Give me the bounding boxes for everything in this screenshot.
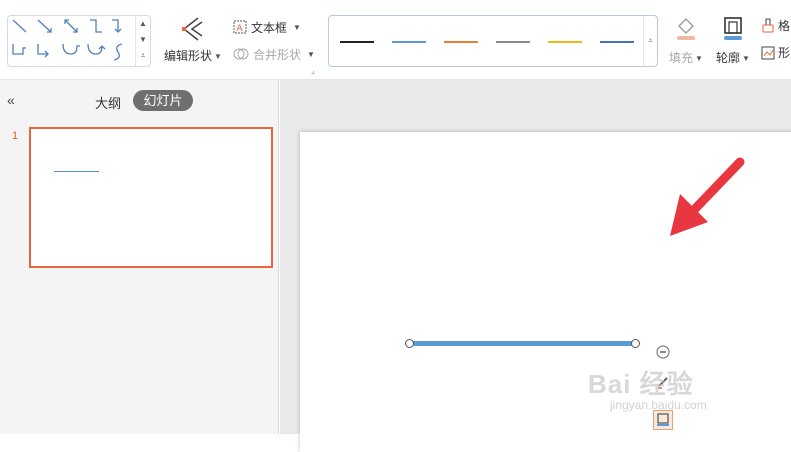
line-style-option-5[interactable] bbox=[548, 41, 582, 43]
line-style-option-3[interactable] bbox=[444, 41, 478, 43]
merge-shapes-label: 合并形状 bbox=[253, 47, 302, 62]
line-shape-gallery[interactable]: ▲ ▼ ⩡ bbox=[7, 15, 151, 67]
dropdown-caret-icon: ▼ bbox=[742, 54, 750, 64]
selected-line-shape[interactable] bbox=[410, 341, 636, 346]
shape-effect-icon bbox=[761, 46, 775, 59]
shape-effect-button[interactable]: 形 bbox=[761, 44, 790, 61]
line-style-gallery[interactable]: ⩡ bbox=[328, 15, 658, 67]
collapse-toolbar-button[interactable] bbox=[653, 342, 673, 362]
dropdown-caret-icon: ▼ bbox=[293, 22, 301, 32]
merge-shapes-icon bbox=[233, 48, 249, 60]
outline-label: 轮廓 bbox=[716, 51, 741, 65]
merge-shapes-button[interactable]: 合并形状 ▼ bbox=[233, 44, 315, 64]
dialog-launcher-icon[interactable]: ⌟ bbox=[311, 66, 315, 75]
edit-shape-icon bbox=[182, 17, 203, 41]
paint-bucket-icon bbox=[677, 18, 695, 40]
gallery-scrollbar[interactable]: ▲ ▼ ⩡ bbox=[135, 16, 150, 66]
scroll-down-icon[interactable]: ▼ bbox=[136, 32, 150, 48]
svg-text:A: A bbox=[237, 24, 244, 34]
style-gallery-expand-icon[interactable]: ⩡ bbox=[643, 16, 657, 66]
edit-shape-label: 编辑形状 bbox=[164, 49, 213, 63]
ribbon-toolbar: ▲ ▼ ⩡ 编辑形状 ▼ A 文本框 ▼ 合并形状 ▼ ⌟ ⩡ 填充 ▼ 轮廓 … bbox=[0, 0, 791, 80]
gallery-expand-icon[interactable]: ⩡ bbox=[136, 48, 150, 64]
scroll-up-icon[interactable]: ▲ bbox=[136, 16, 150, 32]
line-style-option-4[interactable] bbox=[496, 41, 530, 43]
brush-icon bbox=[762, 18, 774, 32]
floating-shape-toolbar bbox=[650, 340, 676, 434]
shape-outline-icon bbox=[724, 17, 742, 40]
textbox-button[interactable]: A 文本框 ▼ bbox=[233, 17, 301, 37]
collapse-panel-icon[interactable]: « bbox=[7, 92, 15, 108]
line-style-option-1[interactable] bbox=[340, 41, 374, 43]
pen-icon bbox=[658, 377, 668, 389]
dropdown-caret-icon: ▼ bbox=[214, 52, 222, 62]
slide-number: 1 bbox=[12, 130, 19, 142]
line-end-handle[interactable] bbox=[631, 339, 640, 348]
shape-effect-label: 形 bbox=[778, 46, 791, 60]
dropdown-caret-icon: ▼ bbox=[695, 54, 703, 64]
red-arrow-annotation bbox=[670, 157, 745, 236]
outline-button[interactable]: 轮廓 ▼ bbox=[713, 16, 753, 66]
tab-outline[interactable]: 大纲 bbox=[95, 93, 121, 112]
editing-canvas bbox=[280, 80, 791, 452]
slide-navigation-panel: « 大纲 幻灯片 1 bbox=[0, 80, 279, 434]
thumbnail-line-shape bbox=[54, 171, 99, 172]
connector-shapes-icon bbox=[12, 19, 123, 61]
textbox-icon: A bbox=[233, 20, 247, 34]
line-style-option-6[interactable] bbox=[600, 41, 634, 43]
slide-thumbnail[interactable] bbox=[29, 127, 273, 268]
edit-shape-button[interactable]: 编辑形状 ▼ bbox=[160, 14, 226, 66]
outline-icon bbox=[657, 413, 669, 426]
format-painter-button[interactable]: 格 bbox=[761, 17, 790, 34]
line-start-handle[interactable] bbox=[405, 339, 414, 348]
fill-button[interactable]: 填充 ▼ bbox=[668, 16, 704, 66]
line-style-button[interactable] bbox=[653, 372, 673, 392]
tab-slides[interactable]: 幻灯片 bbox=[133, 90, 193, 111]
fill-label: 填充 bbox=[669, 51, 694, 65]
shape-outline-quick-button[interactable] bbox=[653, 410, 673, 430]
line-style-option-2[interactable] bbox=[392, 41, 426, 43]
textbox-label: 文本框 bbox=[251, 20, 288, 35]
format-painter-label: 格 bbox=[778, 19, 791, 33]
minus-circle-icon bbox=[656, 345, 670, 359]
dropdown-caret-icon: ▼ bbox=[307, 49, 315, 59]
